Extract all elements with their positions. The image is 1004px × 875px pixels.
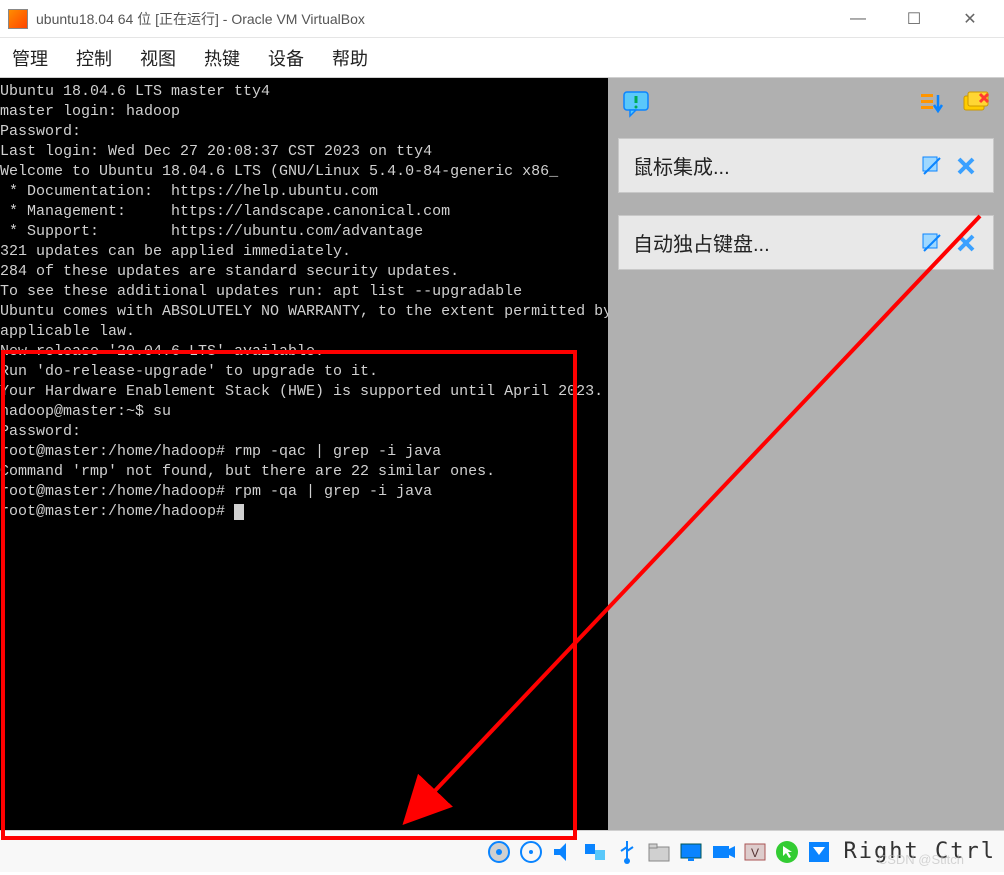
notification-suppress-icon[interactable] [919,230,945,256]
notification-header [616,86,996,132]
usb-icon[interactable] [612,837,642,867]
notification-item-mouse[interactable]: 鼠标集成... [618,138,994,193]
host-key-indicator-icon[interactable] [804,837,834,867]
dismiss-all-icon[interactable] [962,90,990,118]
notification-item-keyboard[interactable]: 自动独占键盘... [618,215,994,270]
mouse-status-icon[interactable] [772,837,802,867]
recording-icon[interactable] [708,837,738,867]
window-titlebar: ubuntu18.04 64 位 [正在运行] - Oracle VM Virt… [0,0,1004,38]
keyboard-status-icon[interactable]: V [740,837,770,867]
optical-disk-icon[interactable] [516,837,546,867]
menu-manage[interactable]: 管理 [12,45,48,71]
sort-icon[interactable] [918,90,946,118]
vm-status-bar: V Right Ctrl [0,830,1004,872]
watermark-text: CSDN @Stitch [878,852,964,867]
close-button[interactable]: ✕ [956,5,984,33]
shared-folder-icon[interactable] [644,837,674,867]
menu-view[interactable]: 视图 [140,45,176,71]
menu-help[interactable]: 帮助 [332,45,368,71]
audio-icon[interactable] [548,837,578,867]
guest-terminal[interactable]: Ubuntu 18.04.6 LTS master tty4master log… [0,78,608,830]
virtualbox-app-icon [8,9,28,29]
menu-control[interactable]: 控制 [76,45,112,71]
hard-disk-icon[interactable] [484,837,514,867]
menu-bar: 管理 控制 视图 热键 设备 帮助 [0,38,1004,78]
notification-text: 自动独占键盘... [633,228,911,257]
display-icon[interactable] [676,837,706,867]
network-icon[interactable] [580,837,610,867]
notification-close-icon[interactable] [953,153,979,179]
notification-close-icon[interactable] [953,230,979,256]
minimize-button[interactable]: — [844,5,872,33]
main-area: Ubuntu 18.04.6 LTS master tty4master log… [0,78,1004,830]
menu-hotkeys[interactable]: 热键 [204,45,240,71]
speech-bubble-icon[interactable] [622,90,650,118]
notification-text: 鼠标集成... [633,151,911,180]
notification-panel: 鼠标集成... 自动独占键盘... [608,78,1004,830]
svg-text:V: V [751,846,759,860]
notification-suppress-icon[interactable] [919,153,945,179]
window-title: ubuntu18.04 64 位 [正在运行] - Oracle VM Virt… [36,9,844,29]
menu-devices[interactable]: 设备 [268,45,304,71]
maximize-button[interactable]: ☐ [900,5,928,33]
window-controls: — ☐ ✕ [844,5,996,33]
